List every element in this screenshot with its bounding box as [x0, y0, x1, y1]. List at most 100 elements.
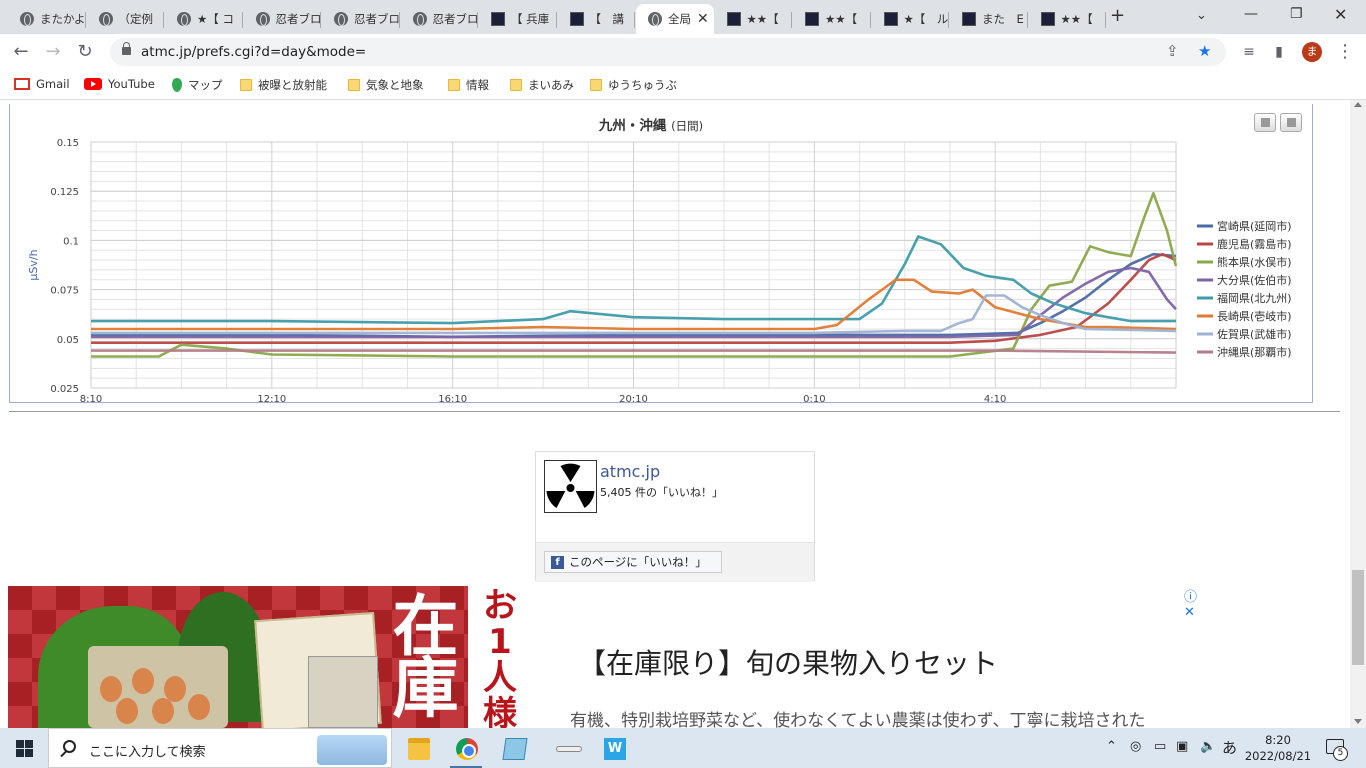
ad-description: 有機、特別栽培野菜など、使わなくてよい農薬は使わず、丁寧に栽培された — [570, 711, 1146, 728]
share-icon[interactable]: ⇪ — [1166, 42, 1179, 60]
taskbar-search-box[interactable]: ここに入力して検索 — [48, 728, 392, 768]
ad-title[interactable]: 【在庫限り】旬の果物入りセット — [578, 642, 998, 682]
tray-network-icon[interactable]: ◎ — [1130, 739, 1141, 754]
globe-icon — [255, 12, 270, 26]
tab-title: 【 兵庫 — [511, 12, 550, 26]
bookmark-label: まいあみ — [528, 78, 574, 92]
x-tick-label: 4:10 — [984, 394, 1006, 402]
bookmark-folder-hibaku[interactable]: 被曝と放射能 — [240, 77, 327, 93]
browser-tab[interactable]: 全局 ✕ — [636, 4, 714, 34]
url-text[interactable]: atmc.jp/prefs.cgi?d=day&mode= — [141, 44, 366, 60]
facebook-footer: f このページに「いいね！」 — [536, 542, 814, 582]
browser-tab[interactable]: ★★【 — [715, 4, 792, 34]
profile-avatar[interactable]: ま — [1302, 42, 1322, 62]
taskbar-clock[interactable]: 8:20 2022/08/21 — [1238, 732, 1318, 764]
tray-volume-icon[interactable]: 🔈 — [1200, 739, 1216, 754]
clock-date: 2022/08/21 — [1244, 749, 1312, 763]
browser-tab[interactable]: 忍者ブロ — [322, 4, 400, 34]
site-icon — [962, 12, 976, 26]
taskbar-notepad[interactable] — [494, 732, 534, 768]
file-explorer-icon — [408, 738, 430, 760]
legend-label: 熊本県(水俣市) — [1217, 255, 1292, 269]
bookmark-label: ゆうちゅうぶ — [608, 78, 677, 92]
scroll-down-icon[interactable] — [1354, 719, 1362, 724]
taskbar-search-placeholder[interactable]: ここに入力して検索 — [89, 741, 206, 760]
ime-indicator[interactable]: あ — [1222, 737, 1237, 758]
minimize-button[interactable]: — — [1244, 6, 1258, 22]
tray-overflow-icon[interactable]: ⌃ — [1106, 739, 1117, 754]
back-button[interactable]: ← — [10, 41, 32, 63]
chart-panel: 九州・沖縄 (日間) 0.025 0.05 0.075 0.1 0.125 0.15 8:1… — [9, 104, 1313, 403]
tray-display-icon[interactable]: ▣ — [1176, 739, 1188, 754]
tab-separator — [320, 12, 321, 28]
tab-separator — [163, 12, 164, 28]
facebook-like-count: 5,405 件の「いいね！」 — [600, 486, 723, 499]
tab-separator — [84, 12, 86, 28]
bookmark-gmail[interactable]: Gmail — [14, 77, 70, 91]
bookmark-star-icon[interactable]: ★ — [1198, 42, 1211, 60]
scroll-up-icon[interactable] — [1354, 102, 1362, 107]
browser-tab[interactable]: 忍者ブロ — [401, 4, 478, 34]
w-app-icon: W — [604, 738, 626, 760]
chrome-icon — [456, 738, 478, 760]
bookmark-folder-maiami[interactable]: まいあみ — [510, 77, 574, 93]
taskbar-w-app[interactable]: W — [594, 732, 634, 768]
site-icon — [805, 12, 819, 26]
tab-search-chevron-icon[interactable]: ⌄ — [1196, 8, 1207, 23]
tab-title: ★★【 — [1060, 12, 1093, 26]
page-scrollbar[interactable] — [1350, 100, 1366, 728]
taskbar-chrome[interactable] — [446, 732, 486, 768]
y-tick-label: 0.125 — [50, 187, 79, 198]
bookmark-label: YouTube — [108, 77, 155, 91]
search-icon — [63, 740, 76, 753]
new-tab-button[interactable]: + — [1110, 5, 1125, 26]
y-axis-label: μSv/h — [27, 249, 40, 280]
scroll-thumb[interactable] — [1352, 570, 1364, 665]
facebook-page-box: atmc.jp 5,405 件の「いいね！」 f このページに「いいね！」 — [535, 451, 815, 582]
legend-label: 鹿児島(霧島市) — [1217, 237, 1292, 251]
tab-close-icon[interactable]: ✕ — [697, 11, 709, 27]
bookmark-youtube[interactable]: YouTube — [84, 77, 155, 91]
address-bar[interactable]: atmc.jp/prefs.cgi?d=day&mode= ⇪ ★ — [110, 38, 1226, 66]
taskbar-file-explorer[interactable] — [398, 732, 438, 768]
browser-tab[interactable]: ★★【 — [793, 4, 871, 34]
ad-promo-panel: お1人様 — [468, 586, 543, 728]
menu-icon[interactable]: ⋮ — [1334, 41, 1356, 63]
tab-title: 忍者ブロ — [354, 12, 400, 26]
tab-separator — [1105, 12, 1106, 28]
bookmark-folder-kisho[interactable]: 気象と地象 — [348, 77, 424, 93]
facebook-like-button[interactable]: f このページに「いいね！」 — [544, 551, 722, 573]
browser-tab[interactable]: 【 講 — [558, 4, 635, 34]
browser-tab[interactable]: ★【 コ — [165, 4, 243, 34]
browser-tab[interactable]: また E — [950, 4, 1028, 34]
advertisement[interactable]: 在庫 お1人様 【在庫限り】旬の果物入りセット 有機、特別栽培野菜など、使わなく… — [8, 586, 1208, 728]
browser-tab[interactable]: （定例 — [87, 4, 164, 34]
bookmark-folder-joho[interactable]: 情報 — [448, 77, 489, 93]
browser-tab[interactable]: ★【 ル — [872, 4, 949, 34]
browser-tab[interactable]: 忍者ブロ — [244, 4, 321, 34]
ad-image[interactable]: 在庫 お1人様 — [8, 586, 543, 728]
browser-tab[interactable]: またかよ — [8, 4, 86, 34]
facebook-page-name[interactable]: atmc.jp — [600, 462, 660, 481]
radiation-logo-icon[interactable] — [544, 460, 597, 513]
tray-battery-icon[interactable]: ▭ — [1154, 739, 1166, 754]
folder-icon — [590, 79, 602, 91]
side-panel-icon[interactable]: ▮ — [1268, 41, 1290, 63]
adchoices-icon[interactable]: ⓘ ✕ — [1184, 586, 1208, 620]
forward-button[interactable]: → — [42, 41, 64, 63]
media-icon[interactable]: ≡ — [1238, 41, 1260, 63]
facebook-icon: f — [551, 556, 564, 569]
bookmark-folder-youtube[interactable]: ゆうちゅうぶ — [590, 77, 677, 93]
reload-button[interactable]: ↻ — [74, 41, 96, 63]
taskbar-pen-app[interactable] — [546, 732, 586, 768]
bookmark-label: 情報 — [466, 78, 489, 92]
bookmark-maps[interactable]: マップ — [172, 77, 223, 93]
close-window-button[interactable]: ✕ — [1334, 5, 1347, 24]
restore-button[interactable]: ❐ — [1290, 6, 1303, 22]
browser-tab[interactable]: ★★【 — [1029, 4, 1106, 34]
divider — [9, 411, 1340, 412]
tab-title: （定例 — [118, 12, 154, 26]
windows-start-icon[interactable] — [16, 740, 33, 757]
browser-tab[interactable]: 【 兵庫 — [479, 4, 557, 34]
globe-icon — [412, 12, 427, 26]
